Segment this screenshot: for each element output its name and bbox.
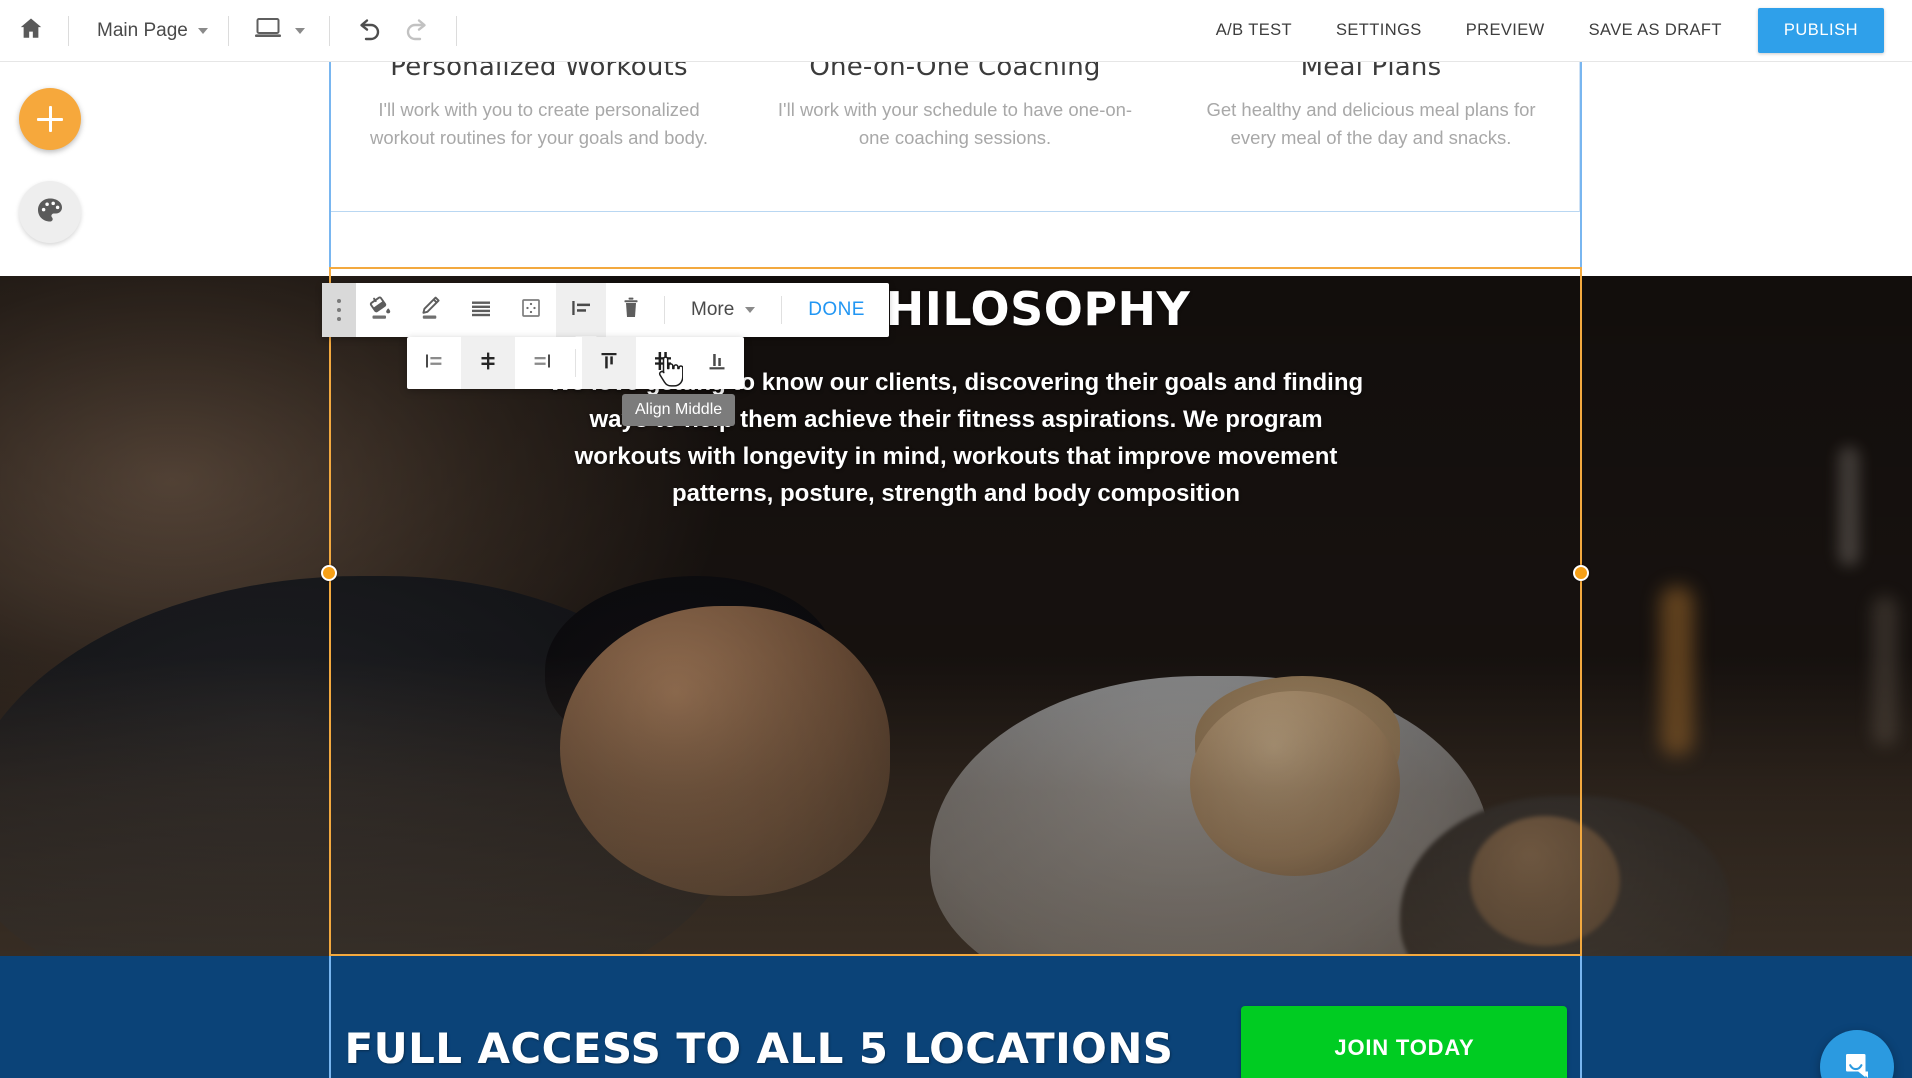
home-button[interactable] (0, 0, 62, 61)
align-left-button[interactable] (407, 337, 461, 389)
app-bar-right-group: A/B TEST SETTINGS PREVIEW SAVE AS DRAFT … (1194, 0, 1912, 61)
align-top-icon (597, 349, 621, 378)
align-bottom-button[interactable] (690, 337, 744, 389)
more-menu-button[interactable]: More (673, 283, 773, 337)
chevron-down-icon (197, 27, 208, 34)
cta-section[interactable]: FULL ACCESS TO ALL 5 LOCATIONS JOIN TODA… (0, 956, 1912, 1078)
services-section[interactable]: Personalized Workouts I'll work with you… (330, 62, 1580, 212)
divider (575, 349, 576, 377)
hero-copy[interactable]: OUR PHILOSOPHY We love getting to know o… (0, 282, 1912, 512)
align-center-icon (476, 349, 500, 378)
publish-button[interactable]: PUBLISH (1757, 8, 1884, 53)
align-top-button[interactable] (582, 337, 636, 389)
editor-root: Main Page A/B TEST SETTINGS PREVIEW SAVE… (0, 0, 1912, 1078)
app-bar-left-group: Main Page (0, 0, 463, 61)
divider (227, 15, 229, 46)
hero-section[interactable]: OUR PHILOSOPHY We love getting to know o… (0, 276, 1912, 956)
hero-heading: OUR PHILOSOPHY (721, 282, 1191, 336)
undo-button[interactable] (354, 18, 384, 44)
chat-bubble-icon (1837, 1045, 1877, 1078)
chevron-down-icon (745, 307, 756, 313)
more-label: More (691, 299, 735, 320)
top-app-bar: Main Page A/B TEST SETTINGS PREVIEW SAVE… (0, 0, 1912, 62)
align-bottom-icon (705, 349, 729, 378)
service-description: I'll work with you to create personalize… (370, 99, 708, 148)
divider (664, 296, 665, 324)
service-card[interactable]: One-on-One Coaching I'll work with your … (747, 62, 1163, 211)
divider (328, 15, 330, 46)
align-right-button[interactable] (515, 337, 569, 389)
page-selector-label: Main Page (97, 19, 188, 41)
done-button[interactable]: DONE (790, 283, 889, 337)
service-card[interactable]: Meal Plans Get healthy and delicious mea… (1163, 62, 1579, 211)
delete-button[interactable] (606, 283, 656, 337)
text-style-button[interactable] (406, 283, 456, 337)
ab-test-button[interactable]: A/B TEST (1194, 21, 1314, 40)
resize-handle-left[interactable] (321, 565, 337, 581)
home-icon (18, 15, 44, 46)
paint-bucket-icon (368, 295, 394, 326)
align-submenu[interactable] (407, 337, 744, 389)
service-title: Personalized Workouts (390, 62, 688, 82)
align-middle-tooltip: Align Middle (622, 394, 736, 426)
pencil-icon (418, 295, 444, 326)
left-rail (0, 62, 100, 1078)
desktop-monitor-icon (253, 16, 283, 45)
align-left-icon (422, 349, 446, 378)
page-selector[interactable]: Main Page (75, 0, 222, 61)
chevron-down-icon (294, 27, 305, 34)
drag-handle-dots-icon[interactable] (322, 283, 356, 337)
preview-button[interactable]: PREVIEW (1444, 21, 1567, 40)
resize-handle-right[interactable] (1573, 565, 1589, 581)
service-title: One-on-One Coaching (809, 62, 1101, 82)
trash-icon (619, 295, 643, 326)
join-today-button[interactable]: JOIN TODAY (1241, 1006, 1568, 1078)
settings-button[interactable]: SETTINGS (1314, 21, 1444, 40)
device-selector[interactable] (235, 0, 323, 61)
background-fill-button[interactable] (356, 283, 406, 337)
align-middle-button[interactable] (636, 337, 690, 389)
lines-icon (468, 295, 494, 326)
content-lines-button[interactable] (456, 283, 506, 337)
align-button[interactable] (556, 283, 606, 337)
redo-button[interactable] (402, 18, 432, 44)
spacing-button[interactable] (506, 283, 556, 337)
service-title: Meal Plans (1300, 62, 1442, 82)
theme-button[interactable] (19, 181, 81, 243)
history-controls (336, 0, 450, 61)
align-middle-icon (651, 349, 675, 378)
divider (781, 296, 783, 324)
align-center-button[interactable] (461, 337, 515, 389)
service-card[interactable]: Personalized Workouts I'll work with you… (331, 62, 747, 211)
service-description: I'll work with your schedule to have one… (777, 99, 1133, 148)
page-canvas[interactable]: Personalized Workouts I'll work with you… (0, 62, 1912, 1078)
paint-palette-icon (35, 195, 65, 230)
element-toolbar[interactable]: More DONE (322, 283, 889, 337)
divider (68, 15, 69, 46)
padding-box-icon (518, 295, 544, 326)
service-description: Get healthy and delicious meal plans for… (1206, 99, 1536, 148)
save-as-draft-button[interactable]: SAVE AS DRAFT (1567, 21, 1744, 40)
align-left-icon (568, 295, 594, 326)
cta-title: FULL ACCESS TO ALL 5 LOCATIONS (344, 1023, 1174, 1073)
divider (455, 15, 457, 46)
align-right-icon (530, 349, 554, 378)
add-element-button[interactable] (19, 88, 81, 150)
